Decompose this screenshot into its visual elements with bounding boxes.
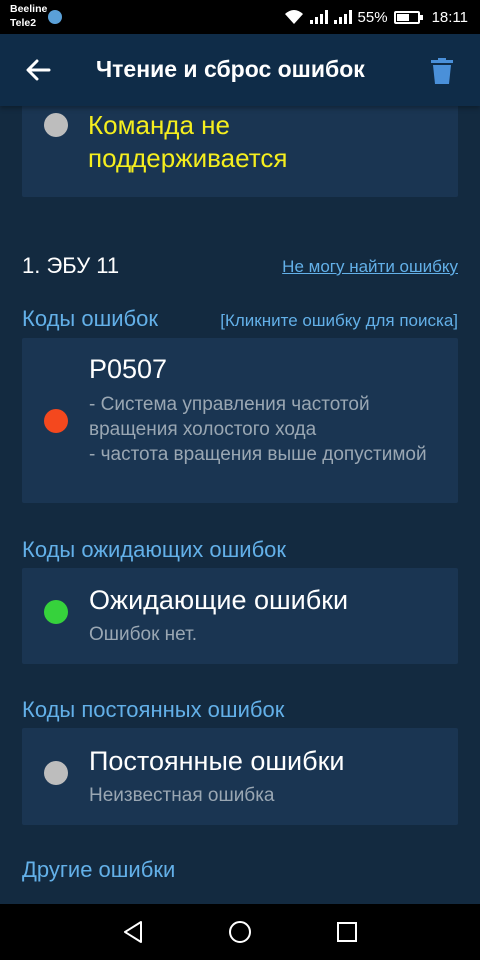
- cant-find-error-link[interactable]: Не могу найти ошибку: [282, 257, 458, 277]
- unsupported-text: Команда не поддерживается: [88, 110, 288, 173]
- nav-recents-button[interactable]: [333, 918, 361, 946]
- carrier-tele2: Tele2: [10, 17, 37, 29]
- permanent-errors-subtitle: Неизвестная ошибка: [89, 785, 275, 806]
- status-dot-grey: [44, 113, 68, 137]
- error-codes-header: Коды ошибок: [22, 306, 158, 331]
- back-button[interactable]: [18, 52, 58, 88]
- ecu-label: 1. ЭБУ 11: [22, 253, 120, 278]
- circle-home-icon: [229, 921, 251, 943]
- status-dot-grey: [44, 761, 68, 785]
- page-title: Чтение и сброс ошибок: [96, 56, 365, 82]
- signal-2-icon: [333, 10, 352, 24]
- permanent-codes-header: Коды постоянных ошибок: [22, 697, 285, 722]
- error-description: - Система управления частотой вращения х…: [89, 394, 427, 465]
- status-bar: Beeline Tele2 55% 18:11: [0, 0, 480, 34]
- pending-codes-header: Коды ожидающих ошибок: [22, 537, 287, 562]
- error-card-p0507[interactable]: P0507 - Система управления частотой вращ…: [22, 338, 458, 503]
- battery-percent: 55%: [357, 8, 388, 26]
- navigation-bar: [0, 904, 480, 960]
- sim-badge-icon: [48, 10, 62, 24]
- error-code: P0507: [89, 354, 168, 384]
- signal-1-icon: [309, 10, 328, 24]
- unsupported-card: Команда не поддерживается: [22, 106, 458, 197]
- battery-icon: [393, 10, 423, 24]
- clock: 18:11: [431, 8, 468, 26]
- pending-errors-title: Ожидающие ошибки: [89, 585, 349, 615]
- carrier-names: Beeline Tele2: [10, 2, 47, 30]
- arrow-left-icon: [26, 59, 51, 81]
- pending-errors-subtitle: Ошибок нет.: [89, 624, 197, 645]
- app-bar: Чтение и сброс ошибок: [0, 34, 480, 106]
- permanent-errors-title: Постоянные ошибки: [89, 746, 345, 776]
- other-errors-header: Другие ошибки: [22, 857, 176, 882]
- carrier-beeline: Beeline: [10, 3, 48, 15]
- square-recents-icon: [337, 922, 357, 942]
- trash-icon: [431, 58, 453, 84]
- search-hint: [Кликните ошибку для поиска]: [220, 311, 458, 330]
- error-list[interactable]: Команда не поддерживается 1. ЭБУ 11 Не м…: [0, 106, 480, 904]
- delete-button[interactable]: [426, 54, 458, 88]
- wifi-icon: [284, 10, 303, 24]
- nav-back-button[interactable]: [119, 918, 147, 946]
- status-dot-red: [44, 409, 68, 433]
- pending-errors-card[interactable]: Ожидающие ошибки Ошибок нет.: [22, 568, 458, 664]
- permanent-errors-card[interactable]: Постоянные ошибки Неизвестная ошибка: [22, 728, 458, 825]
- nav-home-button[interactable]: [226, 918, 254, 946]
- status-dot-green: [44, 600, 68, 624]
- triangle-back-icon: [124, 921, 142, 943]
